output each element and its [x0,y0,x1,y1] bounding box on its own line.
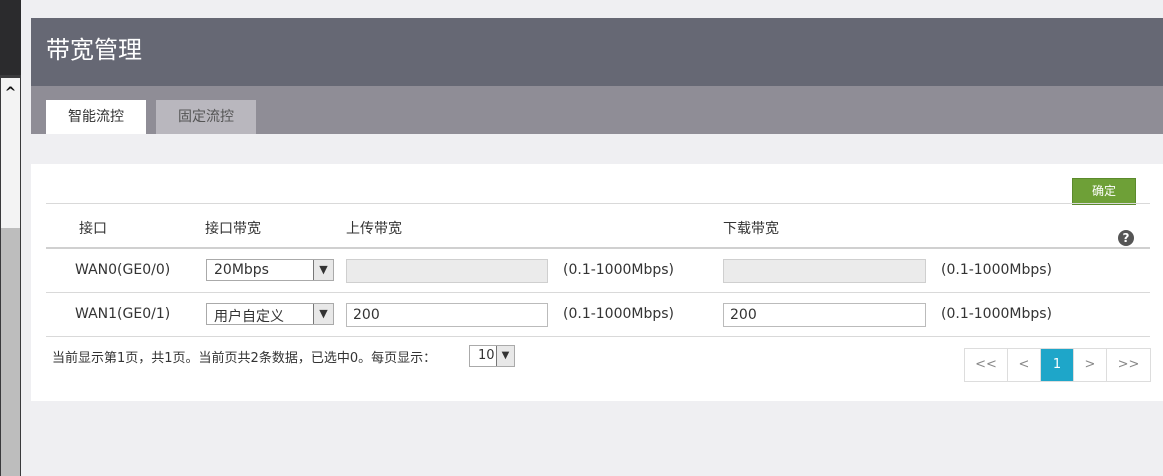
interface-name: WAN1(GE0/1) [75,306,171,322]
column-header-interface-bandwidth: 接口带宽 [205,221,261,237]
interface-name: WAN0(GE0/0) [75,262,171,278]
download-range: (0.1-1000Mbps) [941,262,1053,278]
help-icon[interactable]: ? [1118,230,1134,246]
upload-range: (0.1-1000Mbps) [563,306,675,322]
next-page-button[interactable]: > [1074,349,1107,381]
upload-input [346,259,548,283]
column-header-download: 下载带宽 [723,221,779,237]
prev-page-button[interactable]: < [1008,349,1041,381]
table-header-row: 接口 接口带宽 上传带宽 下载带宽 ? [46,203,1150,249]
download-range: (0.1-1000Mbps) [941,306,1053,322]
column-header-upload: 上传带宽 [346,221,402,237]
bandwidth-table: 接口 接口带宽 上传带宽 下载带宽 ? WAN0(GE0/0) 20Mbps ▼… [46,203,1150,337]
pagination: << < 1 > >> [964,348,1151,382]
sidebar-top [0,0,21,75]
scrollbar-track[interactable] [1,228,20,476]
download-input [723,259,926,283]
chevron-down-icon: ▼ [313,260,333,280]
main-panel: 确定 接口 接口带宽 上传带宽 下载带宽 ? WAN0(GE0/0) 20Mbp… [31,164,1163,401]
page-title: 带宽管理 [46,36,142,64]
confirm-button[interactable]: 确定 [1072,178,1136,205]
page-header: 带宽管理 [31,18,1163,86]
chevron-down-icon: ▼ [313,304,333,324]
scroll-up-button[interactable]: ^ [1,78,20,228]
chevron-down-icon: ▼ [496,346,514,366]
page-number-button[interactable]: 1 [1041,349,1074,381]
last-page-button[interactable]: >> [1107,349,1150,381]
bandwidth-select-value: 20Mbps [214,262,269,278]
chevron-up-icon: ^ [4,85,17,101]
pagination-summary: 当前显示第1页，共1页。当前页共2条数据，已选中0。每页显示： [52,351,437,366]
table-row: WAN0(GE0/0) 20Mbps ▼ (0.1-1000Mbps) (0.1… [46,249,1150,293]
left-sidebar-strip: ^ [0,0,21,476]
page-size-value: 10 [478,348,495,363]
column-header-interface: 接口 [79,221,107,237]
bandwidth-select-value: 用户自定义 [214,309,284,325]
tab-smart-flow-control[interactable]: 智能流控 [46,100,146,134]
tab-fixed-flow-control[interactable]: 固定流控 [156,100,256,134]
upload-range: (0.1-1000Mbps) [563,262,675,278]
upload-input[interactable]: 200 [346,303,548,327]
page-size-select[interactable]: 10 ▼ [469,345,515,367]
bandwidth-select[interactable]: 20Mbps ▼ [206,259,334,281]
download-input[interactable]: 200 [723,303,926,327]
table-row: WAN1(GE0/1) 用户自定义 ▼ 200 (0.1-1000Mbps) 2… [46,293,1150,337]
first-page-button[interactable]: << [965,349,1008,381]
tab-bar: 智能流控 固定流控 [31,86,1163,134]
bandwidth-select[interactable]: 用户自定义 ▼ [206,303,334,325]
